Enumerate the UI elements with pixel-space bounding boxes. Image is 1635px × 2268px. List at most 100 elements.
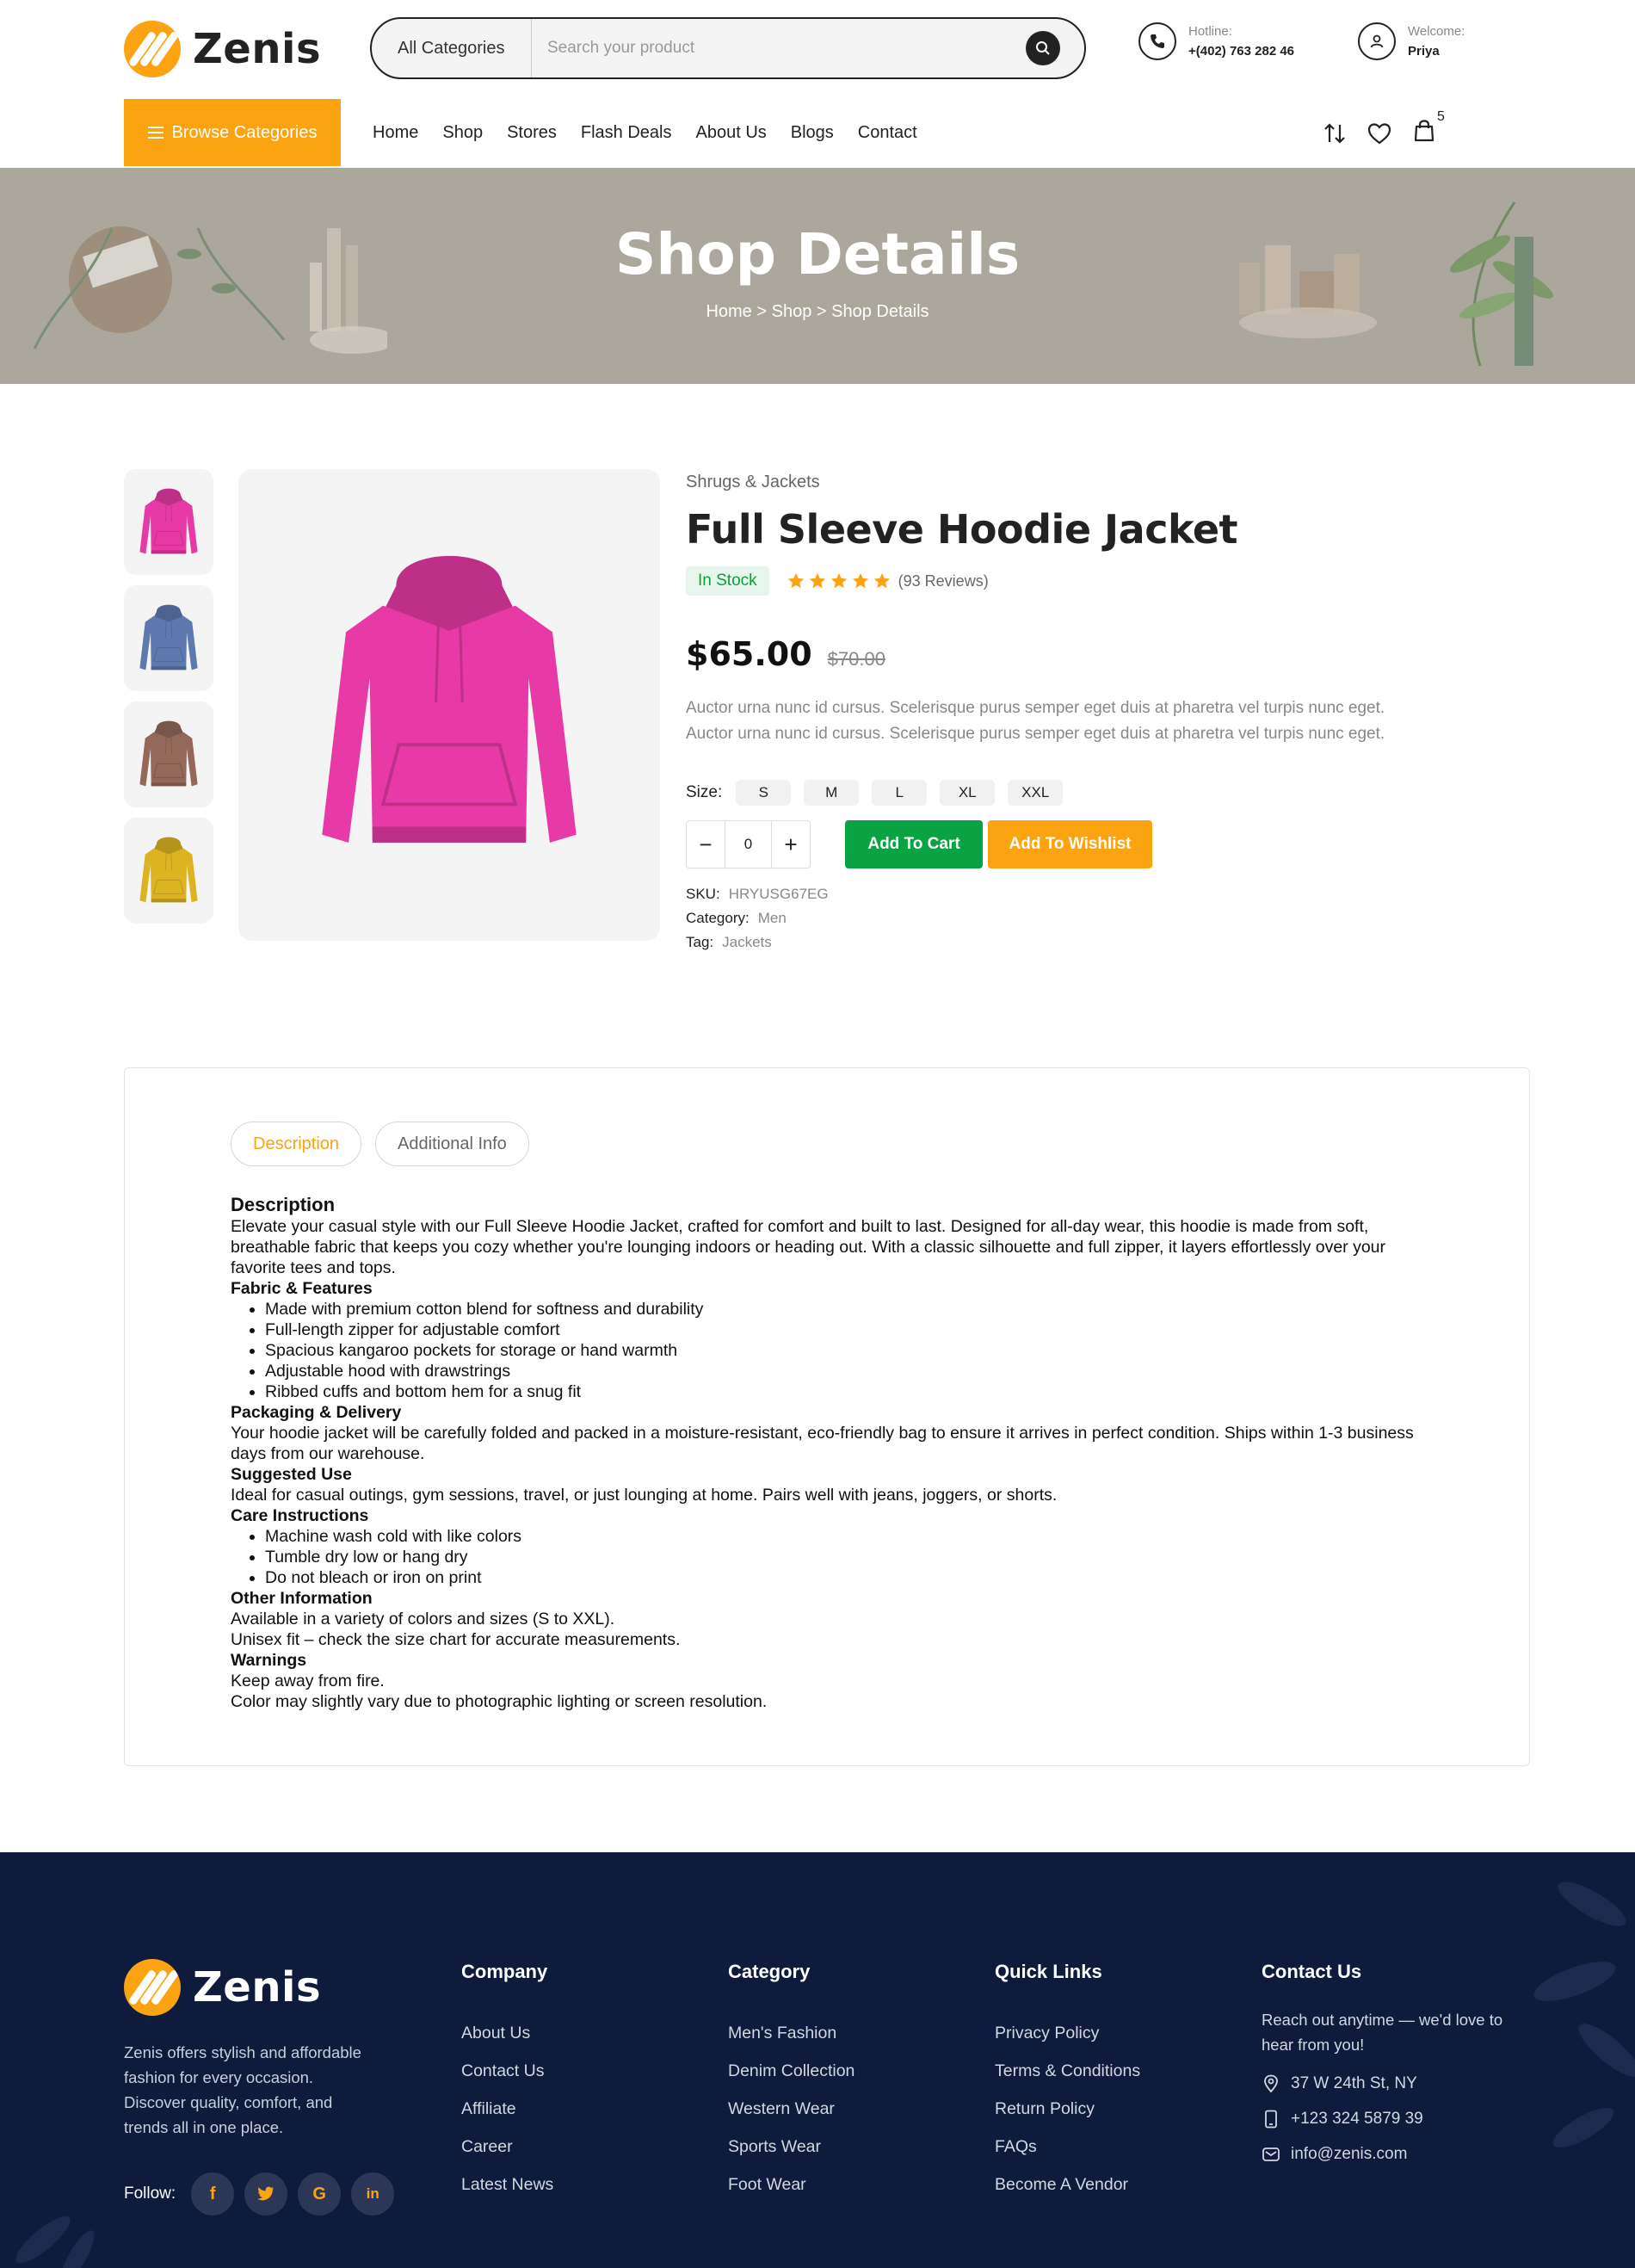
footer-leaf-decoration-icon <box>1533 1882 1635 2147</box>
size-option-m[interactable]: M <box>804 780 860 806</box>
description-intro: Elevate your casual style with our Full … <box>231 1217 1386 1277</box>
category-label: Category: <box>686 910 750 926</box>
search-button[interactable] <box>1026 31 1060 65</box>
footer-link[interactable]: Affiliate <box>461 2090 553 2128</box>
footer-link[interactable]: Terms & Conditions <box>995 2052 1140 2090</box>
hotline[interactable]: Hotline: +(402) 763 282 46 <box>1138 22 1294 60</box>
add-to-cart-button[interactable]: Add To Cart <box>845 820 983 868</box>
search-category-select[interactable]: All Categories <box>372 19 532 77</box>
product-info: Shrugs & Jackets Full Sleeve Hoodie Jack… <box>686 469 1460 955</box>
fabric-list: Made with premium cotton blend for softn… <box>231 1299 1435 1402</box>
category-value[interactable]: Men <box>758 910 787 926</box>
contact-address[interactable]: 37 W 24th St, NY <box>1262 2074 1520 2093</box>
bag-icon <box>1414 120 1434 142</box>
product-main-image[interactable] <box>238 469 660 941</box>
size-option-l[interactable]: L <box>872 780 928 806</box>
warnings-heading: Warnings <box>231 1651 307 1670</box>
nav-link-contact[interactable]: Contact <box>858 123 917 143</box>
thumbnail-yellow[interactable] <box>124 818 213 924</box>
product-tabs-panel: Description Additional Info Description … <box>124 1067 1530 1766</box>
other-info-line: Available in a variety of colors and siz… <box>231 1610 615 1628</box>
footer-link[interactable]: FAQs <box>995 2128 1140 2166</box>
nav-link-shop[interactable]: Shop <box>442 123 483 143</box>
footer-logo[interactable]: Zenis <box>124 1959 321 2016</box>
nav-link-blogs[interactable]: Blogs <box>791 123 834 143</box>
site-footer: Zenis Zenis offers stylish and affordabl… <box>0 1852 1635 2268</box>
linkedin-icon[interactable]: in <box>351 2172 395 2215</box>
page-banner: Shop Details Home > Shop > Shop Details <box>0 168 1635 384</box>
google-icon[interactable]: G <box>298 2172 342 2215</box>
quantity-value[interactable]: 0 <box>725 821 772 868</box>
footer-link[interactable]: Contact Us <box>461 2052 553 2090</box>
suggested-use-text: Ideal for casual outings, gym sessions, … <box>231 1486 1058 1505</box>
other-info-line: Unisex fit – check the size chart for ac… <box>231 1630 681 1649</box>
breadcrumb-shop[interactable]: Shop <box>772 302 812 321</box>
phone-icon <box>1138 22 1176 60</box>
contact-phone[interactable]: +123 324 5879 39 <box>1262 2110 1520 2129</box>
nav-link-about-us[interactable]: About Us <box>696 123 767 143</box>
size-option-xxl[interactable]: XXL <box>1008 780 1064 806</box>
footer-leaf-decoration-left-icon <box>15 2215 95 2268</box>
tab-additional-info[interactable]: Additional Info <box>375 1122 529 1166</box>
quantity-increase-button[interactable]: + <box>772 821 810 868</box>
footer-link[interactable]: Privacy Policy <box>995 2014 1140 2052</box>
product-title: Full Sleeve Hoodie Jacket <box>686 506 1238 553</box>
product-category[interactable]: Shrugs & Jackets <box>686 473 1460 492</box>
account-welcome[interactable]: Welcome: Priya <box>1358 22 1465 60</box>
list-item: Ribbed cuffs and bottom hem for a snug f… <box>265 1381 1435 1402</box>
search-input[interactable] <box>532 19 1026 77</box>
thumbnail-blue[interactable] <box>124 585 213 691</box>
product-meta: SKU: HRYUSG67EG Category: Men Tag: Jackets <box>686 882 1460 955</box>
breadcrumb-current: Shop Details <box>831 302 929 321</box>
quantity-stepper: − 0 + <box>686 820 811 868</box>
footer-link[interactable]: About Us <box>461 2014 553 2052</box>
nav-link-flash-deals[interactable]: Flash Deals <box>581 123 672 143</box>
footer-link[interactable]: Sports Wear <box>728 2128 855 2166</box>
nav-link-stores[interactable]: Stores <box>507 123 557 143</box>
size-option-s[interactable]: S <box>736 780 792 806</box>
search-icon <box>1036 41 1050 55</box>
fabric-heading: Fabric & Features <box>231 1279 373 1298</box>
footer-column-company: Company About Us Contact Us Affiliate Ca… <box>461 1961 553 2203</box>
footer-link[interactable]: Return Policy <box>995 2090 1140 2128</box>
tag-value[interactable]: Jackets <box>722 934 772 950</box>
tag-label: Tag: <box>686 934 714 950</box>
tab-description[interactable]: Description <box>231 1122 362 1166</box>
other-info-heading: Other Information <box>231 1589 373 1608</box>
cart-button[interactable]: 5 <box>1411 109 1445 148</box>
footer-link[interactable]: Western Wear <box>728 2090 855 2128</box>
site-header: Zenis All Categories Hotline: +(402) 763… <box>0 0 1635 96</box>
follow-label: Follow: <box>124 2185 176 2203</box>
quantity-decrease-button[interactable]: − <box>687 821 725 868</box>
cart-count-badge: 5 <box>1437 109 1445 124</box>
footer-link[interactable]: Foot Wear <box>728 2166 855 2203</box>
nav-actions: 5 <box>1322 109 1445 148</box>
heart-icon[interactable] <box>1367 121 1392 146</box>
review-count[interactable]: (93 Reviews) <box>898 572 989 590</box>
contact-email[interactable]: info@zenis.com <box>1262 2145 1520 2164</box>
footer-column-title: Company <box>461 1961 548 1982</box>
nav-link-home[interactable]: Home <box>373 123 418 143</box>
hotline-label: Hotline: <box>1188 24 1232 39</box>
star-icon <box>852 572 868 589</box>
thumbnail-pink[interactable] <box>124 469 213 575</box>
compare-icon[interactable] <box>1322 121 1348 146</box>
add-to-wishlist-button[interactable]: Add To Wishlist <box>988 820 1152 868</box>
footer-column-title: Category <box>728 1961 811 1982</box>
footer-link[interactable]: Denim Collection <box>728 2052 855 2090</box>
footer-link[interactable]: Men's Fashion <box>728 2014 855 2052</box>
list-item: Do not bleach or iron on print <box>265 1567 1435 1588</box>
browse-categories-button[interactable]: Browse Categories <box>124 99 341 166</box>
care-list: Machine wash cold with like colors Tumbl… <box>231 1526 1435 1588</box>
size-option-xl[interactable]: XL <box>940 780 996 806</box>
twitter-icon[interactable] <box>244 2172 288 2215</box>
footer-link[interactable]: Career <box>461 2128 553 2166</box>
footer-link[interactable]: Become A Vendor <box>995 2166 1140 2203</box>
breadcrumb-home[interactable]: Home <box>706 302 751 321</box>
facebook-icon[interactable]: f <box>191 2172 235 2215</box>
brand-logo[interactable]: Zenis <box>124 21 321 77</box>
list-item: Spacious kangaroo pockets for storage or… <box>265 1340 1435 1361</box>
footer-link[interactable]: Latest News <box>461 2166 553 2203</box>
list-item: Machine wash cold with like colors <box>265 1526 1435 1547</box>
thumbnail-brown[interactable] <box>124 701 213 807</box>
